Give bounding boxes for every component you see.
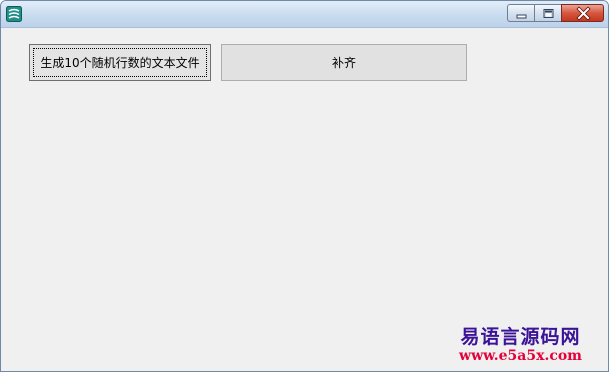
- app-window: 生成10个随机行数的文本文件 补齐 易语言源码网 www.e5a5x.com: [0, 0, 609, 372]
- watermark-title: 易语言源码网: [460, 326, 581, 348]
- client-area: 生成10个随机行数的文本文件 补齐 易语言源码网 www.e5a5x.com: [1, 28, 608, 371]
- caption-buttons: [507, 4, 604, 22]
- focus-rectangle: [33, 48, 207, 77]
- title-bar[interactable]: [1, 1, 608, 28]
- minimize-icon: [516, 14, 527, 19]
- app-icon[interactable]: [6, 6, 22, 22]
- close-icon: [576, 6, 591, 21]
- watermark-url: www.e5a5x.com: [459, 348, 582, 364]
- close-button[interactable]: [561, 4, 604, 22]
- maximize-icon: [543, 9, 554, 18]
- maximize-button[interactable]: [534, 4, 561, 22]
- fill-label: 补齐: [331, 56, 356, 70]
- watermark: 易语言源码网 www.e5a5x.com: [459, 326, 582, 365]
- generate-files-button[interactable]: 生成10个随机行数的文本文件: [29, 44, 211, 81]
- minimize-button[interactable]: [507, 4, 534, 22]
- fill-button[interactable]: 补齐: [221, 44, 467, 81]
